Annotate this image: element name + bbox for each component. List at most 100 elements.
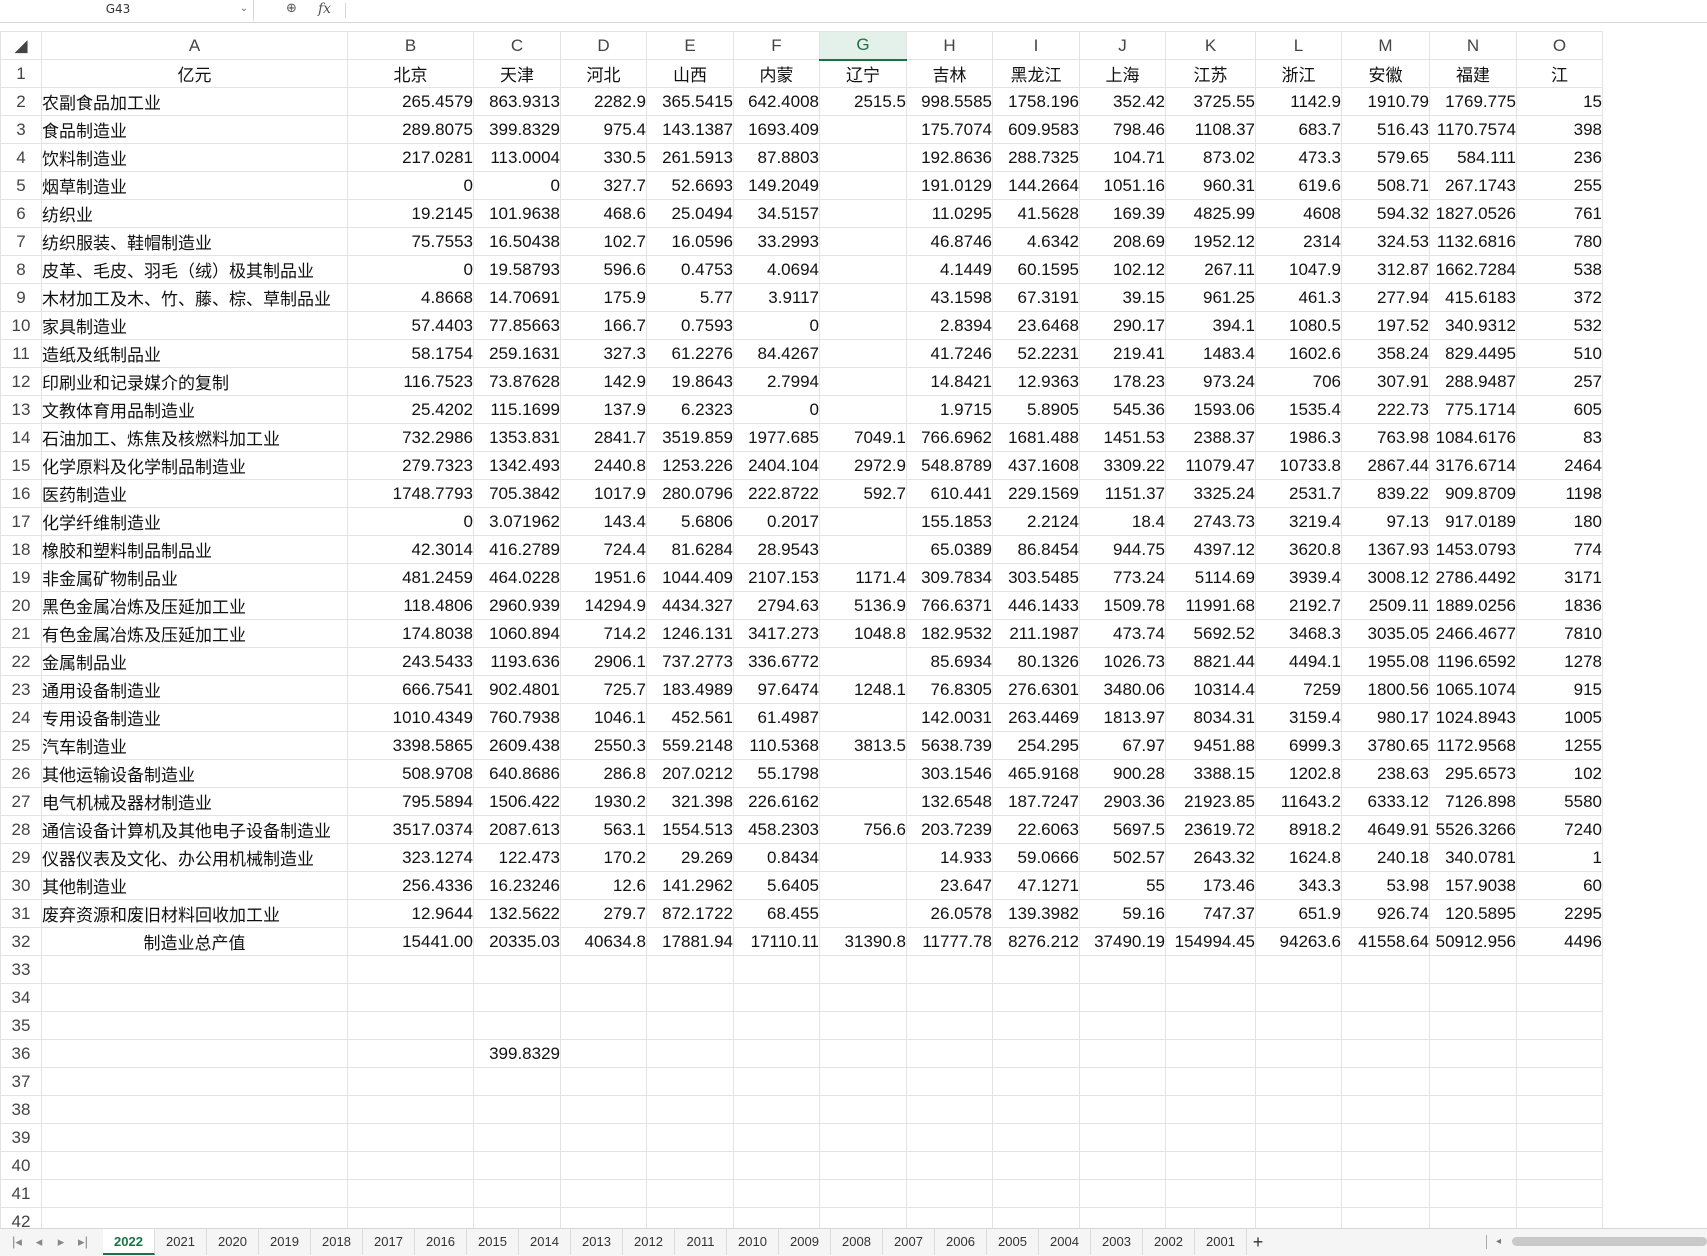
cell-i14[interactable]: 1681.488: [992, 423, 1080, 452]
cell-e1[interactable]: 山西: [646, 59, 734, 88]
cell-f5[interactable]: 149.2049: [733, 171, 820, 200]
cell-e9[interactable]: 5.77: [646, 283, 734, 312]
cell-a1[interactable]: 亿元: [41, 59, 348, 88]
cell-h14[interactable]: 766.6962: [906, 423, 993, 452]
cell-l35[interactable]: [1255, 1011, 1342, 1040]
cell-c32[interactable]: 20335.03: [473, 927, 561, 956]
cell-c10[interactable]: 77.85663: [473, 311, 561, 340]
sheet-tab-2009[interactable]: 2009: [779, 1229, 831, 1255]
cell-k9[interactable]: 961.25: [1165, 283, 1256, 312]
cell-l17[interactable]: 3219.4: [1255, 507, 1342, 536]
cell-o36[interactable]: [1516, 1039, 1603, 1068]
cell-c17[interactable]: 3.071962: [473, 507, 561, 536]
cell-b9[interactable]: 4.8668: [347, 283, 474, 312]
sheet-tab-2010[interactable]: 2010: [727, 1229, 779, 1255]
cell-a14[interactable]: 石油加工、炼焦及核燃料加工业: [41, 423, 348, 452]
cell-i10[interactable]: 23.6468: [992, 311, 1080, 340]
cell-d15[interactable]: 2440.8: [560, 451, 647, 480]
cell-g41[interactable]: [819, 1179, 907, 1208]
cell-l6[interactable]: 4608: [1255, 199, 1342, 228]
cell-l8[interactable]: 1047.9: [1255, 255, 1342, 284]
cell-n12[interactable]: 288.9487: [1429, 367, 1517, 396]
cell-k35[interactable]: [1165, 1011, 1256, 1040]
cell-o5[interactable]: 255: [1516, 171, 1603, 200]
cell-o22[interactable]: 1278: [1516, 647, 1603, 676]
cell-d24[interactable]: 1046.1: [560, 703, 647, 732]
cell-k1[interactable]: 江苏: [1165, 59, 1256, 88]
cell-d7[interactable]: 102.7: [560, 227, 647, 256]
row-header[interactable]: 6: [0, 199, 42, 228]
cell-h39[interactable]: [906, 1123, 993, 1152]
row-header[interactable]: 30: [0, 871, 42, 900]
cell-b31[interactable]: 12.9644: [347, 899, 474, 928]
cell-f13[interactable]: 0: [733, 395, 820, 424]
cell-m35[interactable]: [1341, 1011, 1430, 1040]
row-header[interactable]: 19: [0, 563, 42, 592]
cell-f2[interactable]: 642.4008: [733, 87, 820, 116]
cell-l16[interactable]: 2531.7: [1255, 479, 1342, 508]
cell-n31[interactable]: 120.5895: [1429, 899, 1517, 928]
cell-c23[interactable]: 902.4801: [473, 675, 561, 704]
cell-l10[interactable]: 1080.5: [1255, 311, 1342, 340]
row-header[interactable]: 3: [0, 115, 42, 144]
cell-c3[interactable]: 399.8329: [473, 115, 561, 144]
cell-d27[interactable]: 1930.2: [560, 787, 647, 816]
cell-a9[interactable]: 木材加工及木、竹、藤、棕、草制品业: [41, 283, 348, 312]
cell-g9[interactable]: [819, 283, 907, 312]
cell-n11[interactable]: 829.4495: [1429, 339, 1517, 368]
cell-l2[interactable]: 1142.9: [1255, 87, 1342, 116]
cell-j16[interactable]: 1151.37: [1079, 479, 1166, 508]
cell-b28[interactable]: 3517.0374: [347, 815, 474, 844]
cell-n25[interactable]: 1172.9568: [1429, 731, 1517, 760]
cell-g6[interactable]: [819, 199, 907, 228]
cell-m30[interactable]: 53.98: [1341, 871, 1430, 900]
cell-f41[interactable]: [733, 1179, 820, 1208]
cell-l5[interactable]: 619.6: [1255, 171, 1342, 200]
cell-n15[interactable]: 3176.6714: [1429, 451, 1517, 480]
cell-k31[interactable]: 747.37: [1165, 899, 1256, 928]
sheet-tab-2020[interactable]: 2020: [207, 1229, 259, 1255]
cell-a11[interactable]: 造纸及纸制品业: [41, 339, 348, 368]
cell-j28[interactable]: 5697.5: [1079, 815, 1166, 844]
column-header-c[interactable]: C: [473, 31, 561, 60]
cell-m8[interactable]: 312.87: [1341, 255, 1430, 284]
cell-m41[interactable]: [1341, 1179, 1430, 1208]
cell-a16[interactable]: 医药制造业: [41, 479, 348, 508]
cell-d21[interactable]: 714.2: [560, 619, 647, 648]
cell-n9[interactable]: 415.6183: [1429, 283, 1517, 312]
cell-m36[interactable]: [1341, 1039, 1430, 1068]
cell-a36[interactable]: [41, 1039, 348, 1068]
cell-n16[interactable]: 909.8709: [1429, 479, 1517, 508]
cell-n34[interactable]: [1429, 983, 1517, 1012]
cell-i7[interactable]: 4.6342: [992, 227, 1080, 256]
cell-c12[interactable]: 73.87628: [473, 367, 561, 396]
sheet-tab-2014[interactable]: 2014: [519, 1229, 571, 1255]
row-header[interactable]: 22: [0, 647, 42, 676]
cell-c19[interactable]: 464.0228: [473, 563, 561, 592]
column-header-g[interactable]: G: [819, 31, 907, 61]
cell-b41[interactable]: [347, 1179, 474, 1208]
cell-i32[interactable]: 8276.212: [992, 927, 1080, 956]
cell-n28[interactable]: 5526.3266: [1429, 815, 1517, 844]
cell-k28[interactable]: 23619.72: [1165, 815, 1256, 844]
cell-b34[interactable]: [347, 983, 474, 1012]
cell-c22[interactable]: 1193.636: [473, 647, 561, 676]
cell-o7[interactable]: 780: [1516, 227, 1603, 256]
cell-o24[interactable]: 1005: [1516, 703, 1603, 732]
cell-d5[interactable]: 327.7: [560, 171, 647, 200]
cell-d36[interactable]: [560, 1039, 647, 1068]
row-header[interactable]: 9: [0, 283, 42, 312]
row-header[interactable]: 32: [0, 927, 42, 956]
row-header[interactable]: 29: [0, 843, 42, 872]
cell-a15[interactable]: 化学原料及化学制品制造业: [41, 451, 348, 480]
cell-g13[interactable]: [819, 395, 907, 424]
cell-l22[interactable]: 4494.1: [1255, 647, 1342, 676]
cell-e5[interactable]: 52.6693: [646, 171, 734, 200]
cell-d20[interactable]: 14294.9: [560, 591, 647, 620]
cell-l7[interactable]: 2314: [1255, 227, 1342, 256]
cell-f38[interactable]: [733, 1095, 820, 1124]
cell-f35[interactable]: [733, 1011, 820, 1040]
cell-j27[interactable]: 2903.36: [1079, 787, 1166, 816]
cell-i3[interactable]: 609.9583: [992, 115, 1080, 144]
cell-f27[interactable]: 226.6162: [733, 787, 820, 816]
